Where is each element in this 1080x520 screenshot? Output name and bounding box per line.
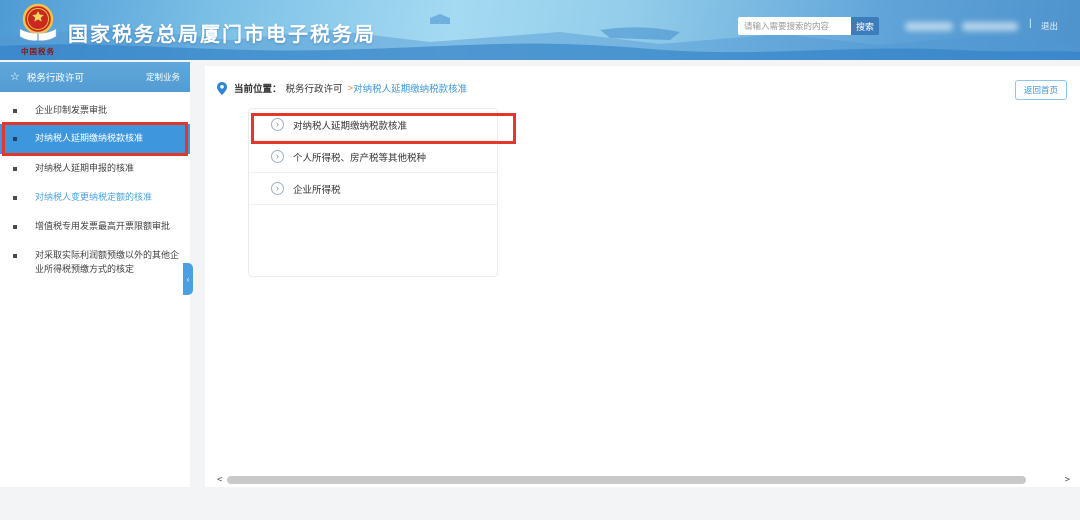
logo-caption: 中国税务 xyxy=(21,47,55,56)
header-search: 搜索 xyxy=(738,17,879,35)
search-input[interactable] xyxy=(738,17,851,35)
user-info-redacted xyxy=(962,22,1018,31)
sidebar-item-label: 对纳税人延期申报的核准 xyxy=(35,163,135,174)
custom-business-link[interactable]: 定制业务 xyxy=(146,71,180,83)
sidebar-item-label: 对纳税人延期缴纳税款核准 xyxy=(35,133,144,144)
menu-item-personal-income-property-tax[interactable]: › 个人所得税、房产税等其他税种 xyxy=(249,141,497,173)
tax-emblem-icon xyxy=(19,3,57,41)
breadcrumb-label: 当前位置： xyxy=(234,84,282,95)
bullet-icon xyxy=(13,196,17,200)
bullet-icon xyxy=(13,137,17,141)
bullet-icon xyxy=(13,254,17,258)
chevron-circle-icon: › xyxy=(271,118,284,131)
sidebar-item-deferred-filing-approval[interactable]: 对纳税人延期申报的核准 xyxy=(0,154,190,184)
sidebar: ☆ 税务行政许可 定制业务 企业印制发票审批 对纳税人延期缴纳税款核准 对纳税人… xyxy=(0,62,193,487)
sidebar-item-tax-quota-change-approval[interactable]: 对纳税人变更纳税定额的核准 xyxy=(0,184,190,212)
breadcrumb-parent-link[interactable]: 税务行政许可 xyxy=(286,81,343,95)
menu-item-label: 对纳税人延期缴纳税款核准 xyxy=(293,120,408,132)
site-title: 国家税务总局厦门市电子税务局 xyxy=(68,24,376,46)
main-content: 当前位置： 税务行政许可 > 对纳税人延期缴纳税款核准 返回首页 › 对纳税人延… xyxy=(205,66,1080,487)
search-button[interactable]: 搜索 xyxy=(851,17,879,35)
sidebar-item-income-tax-prepayment-method[interactable]: 对采取实际利润额预缴以外的其他企业所得税预缴方式的核定 xyxy=(0,242,190,286)
star-icon: ☆ xyxy=(10,70,20,83)
bullet-icon xyxy=(13,167,17,171)
sidebar-item-label: 增值税专用发票最高开票限额审批 xyxy=(35,221,171,232)
scrollbar-track[interactable] xyxy=(227,476,1059,484)
breadcrumb-current-link[interactable]: 对纳税人延期缴纳税款核准 xyxy=(353,81,467,95)
sidebar-item-invoice-printing-approval[interactable]: 企业印制发票审批 xyxy=(0,98,190,124)
scrollbar-thumb[interactable] xyxy=(227,476,1027,484)
location-pin-icon xyxy=(217,81,227,95)
sidebar-item-label: 对纳税人变更纳税定额的核准 xyxy=(35,192,153,203)
header-divider: | xyxy=(1029,18,1032,29)
scroll-left-arrow[interactable]: < xyxy=(217,475,222,485)
sub-menu-panel: › 对纳税人延期缴纳税款核准 › 个人所得税、房产税等其他税种 › 企业所得税 xyxy=(248,108,516,277)
bullet-icon xyxy=(13,109,17,113)
horizontal-scrollbar[interactable]: < > xyxy=(217,475,1070,485)
sidebar-title: 税务行政许可 xyxy=(26,73,84,84)
user-info-redacted xyxy=(905,22,953,31)
top-banner: 中国税务 国家税务总局厦门市电子税务局 搜索 | 退出 xyxy=(0,0,1080,60)
sidebar-collapse-handle[interactable]: ‹ xyxy=(183,263,193,295)
bullet-icon xyxy=(13,225,17,229)
chevron-left-icon: ‹ xyxy=(186,274,190,284)
menu-item-label: 个人所得税、房产税等其他税种 xyxy=(293,152,427,164)
sidebar-item-vat-invoice-limit-approval[interactable]: 增值税专用发票最高开票限额审批 xyxy=(0,212,190,242)
scroll-right-arrow[interactable]: > xyxy=(1065,475,1070,485)
chevron-circle-icon: › xyxy=(271,150,284,163)
sidebar-header: ☆ 税务行政许可 定制业务 xyxy=(0,62,190,92)
menu-item-enterprise-income-tax[interactable]: › 企业所得税 xyxy=(249,173,497,205)
sidebar-item-label: 企业印制发票审批 xyxy=(35,105,108,116)
menu-item-label: 企业所得税 xyxy=(293,184,341,196)
tax-bureau-logo: 中国税务 xyxy=(12,3,64,57)
logout-link[interactable]: 退出 xyxy=(1041,20,1058,32)
sidebar-item-deferred-tax-payment-approval[interactable]: 对纳税人延期缴纳税款核准 xyxy=(0,122,190,156)
back-home-button[interactable]: 返回首页 xyxy=(1014,80,1067,100)
breadcrumb: 当前位置： 税务行政许可 > 对纳税人延期缴纳税款核准 xyxy=(217,81,467,95)
sidebar-item-label: 对采取实际利润额预缴以外的其他企业所得税预缴方式的核定 xyxy=(35,250,180,274)
menu-item-deferred-tax-payment-approval[interactable]: › 对纳税人延期缴纳税款核准 xyxy=(249,109,516,144)
chevron-circle-icon: › xyxy=(271,182,284,195)
sidebar-menu: 企业印制发票审批 对纳税人延期缴纳税款核准 对纳税人延期申报的核准 对纳税人变更… xyxy=(0,92,190,286)
